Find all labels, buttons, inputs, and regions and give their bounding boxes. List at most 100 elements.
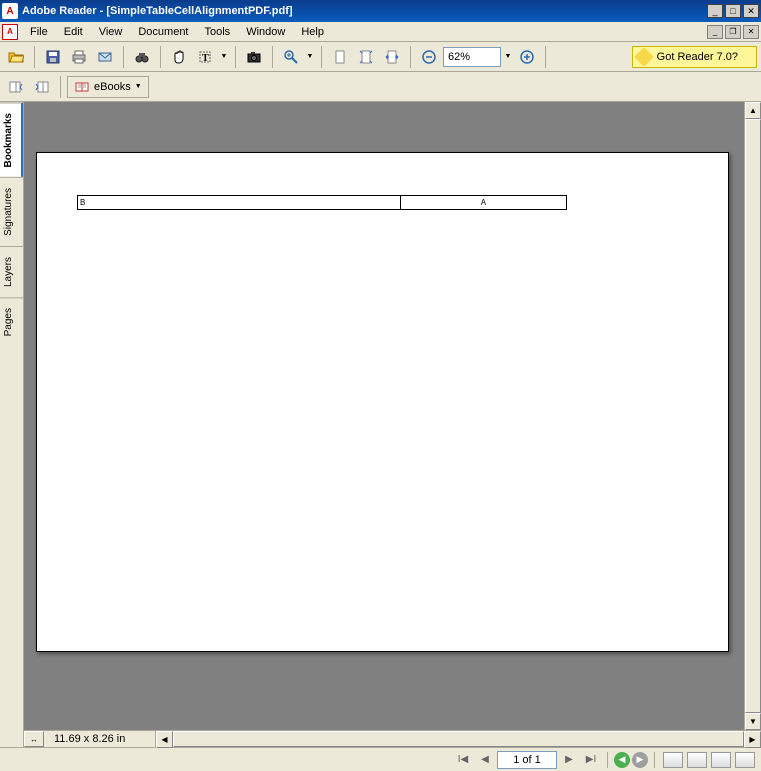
main-area: Bookmarks Signatures Layers Pages ▶ B A … — [0, 102, 761, 747]
document-area: ▶ B A ▲ ▼ ↔ 11.69 x 8.26 in ◀ — [24, 102, 761, 747]
menu-help[interactable]: Help — [293, 24, 332, 40]
first-page-button[interactable]: I◀ — [453, 751, 473, 769]
app-icon: A — [2, 3, 18, 19]
email-button[interactable] — [93, 45, 117, 69]
menu-edit[interactable]: Edit — [56, 24, 91, 40]
menu-window[interactable]: Window — [238, 24, 293, 40]
ebooks-button[interactable]: eBooks ▼ — [67, 76, 149, 98]
menu-document[interactable]: Document — [130, 24, 196, 40]
next-page-button[interactable]: ▶ — [559, 751, 579, 769]
zoom-input[interactable] — [443, 47, 501, 67]
scroll-down-button[interactable]: ▼ — [745, 713, 761, 730]
minimize-button[interactable]: _ — [707, 4, 723, 18]
last-page-button[interactable]: ▶I — [581, 751, 601, 769]
tab-signatures[interactable]: Signatures — [0, 177, 23, 246]
separator — [272, 46, 273, 68]
hscroll-thumb[interactable] — [173, 731, 744, 747]
ebooks-icon — [74, 79, 90, 95]
separator — [321, 46, 322, 68]
ebook-next-button[interactable] — [30, 75, 54, 99]
ebook-prev-button[interactable] — [4, 75, 28, 99]
select-dropdown[interactable]: ▼ — [219, 45, 229, 69]
maximize-button[interactable]: □ — [725, 4, 741, 18]
fit-page-icon — [358, 49, 374, 65]
tab-bookmarks[interactable]: Bookmarks — [0, 102, 23, 177]
separator — [34, 46, 35, 68]
fit-width-icon — [384, 49, 400, 65]
separator — [545, 46, 546, 68]
select-text-button[interactable]: T — [193, 45, 217, 69]
book-right-icon — [34, 79, 50, 95]
prev-page-button[interactable]: ◀ — [475, 751, 495, 769]
promo-banner[interactable]: Got Reader 7.0? — [632, 46, 757, 68]
horizontal-scrollbar[interactable]: ◀ ▶ — [156, 731, 761, 747]
chevron-down-icon: ▼ — [135, 83, 142, 90]
doc-restore-button[interactable]: ❐ — [725, 25, 741, 39]
dimensions-toggle[interactable]: ↔ — [24, 731, 44, 747]
vertical-scrollbar[interactable]: ▲ ▼ — [744, 102, 761, 730]
fit-page-button[interactable] — [354, 45, 378, 69]
page-actual-icon — [332, 49, 348, 65]
binoculars-icon — [134, 49, 150, 65]
document-table: B A — [77, 195, 567, 210]
menu-tools[interactable]: Tools — [197, 24, 239, 40]
statusbar: I◀ ◀ ▶ ▶I ◀ ▶ — [0, 747, 761, 771]
svg-text:T: T — [202, 53, 209, 64]
page-number-input[interactable] — [497, 751, 557, 769]
separator — [123, 46, 124, 68]
separator — [60, 76, 61, 98]
printer-icon — [71, 49, 87, 65]
folder-open-icon — [8, 49, 24, 65]
cell-a: A — [400, 196, 566, 210]
table-row: B A — [78, 196, 567, 210]
camera-icon — [246, 49, 262, 65]
secondary-toolbar: eBooks ▼ — [0, 72, 761, 102]
zoom-out-button[interactable] — [417, 45, 441, 69]
print-button[interactable] — [67, 45, 91, 69]
pdf-page: B A — [36, 152, 729, 652]
menu-file[interactable]: File — [22, 24, 56, 40]
book-left-icon — [8, 79, 24, 95]
fit-width-button[interactable] — [380, 45, 404, 69]
main-toolbar: T ▼ ▼ ▼ Got Reader 7.0? — [0, 42, 761, 72]
open-button[interactable] — [4, 45, 28, 69]
scroll-left-button[interactable]: ◀ — [156, 731, 173, 748]
doc-close-button[interactable]: ✕ — [743, 25, 759, 39]
separator — [160, 46, 161, 68]
floppy-icon — [45, 49, 61, 65]
document-viewport[interactable]: ▶ B A ▲ ▼ — [24, 102, 761, 730]
menu-view[interactable]: View — [91, 24, 131, 40]
snapshot-button[interactable] — [242, 45, 266, 69]
zoom-dropdown[interactable]: ▼ — [503, 45, 513, 69]
hand-tool-button[interactable] — [167, 45, 191, 69]
page-dimensions: 11.69 x 8.26 in — [44, 731, 156, 747]
promo-label: Got Reader 7.0? — [657, 51, 738, 63]
search-button[interactable] — [130, 45, 154, 69]
scroll-thumb[interactable] — [745, 119, 761, 713]
plus-circle-icon — [519, 49, 535, 65]
window-title: Adobe Reader - [SimpleTableCellAlignment… — [22, 5, 707, 17]
ebooks-label: eBooks — [94, 81, 131, 93]
separator — [235, 46, 236, 68]
zoom-in-button[interactable] — [279, 45, 303, 69]
scroll-up-button[interactable]: ▲ — [745, 102, 761, 119]
hand-icon — [171, 49, 187, 65]
cell-b: B — [78, 196, 401, 210]
minus-circle-icon — [421, 49, 437, 65]
separator — [410, 46, 411, 68]
titlebar: A Adobe Reader - [SimpleTableCellAlignme… — [0, 0, 761, 22]
tab-layers[interactable]: Layers — [0, 246, 23, 297]
doc-minimize-button[interactable]: _ — [707, 25, 723, 39]
save-button[interactable] — [41, 45, 65, 69]
scroll-right-button[interactable]: ▶ — [744, 731, 761, 748]
tab-pages[interactable]: Pages — [0, 297, 23, 346]
zoom-tool-dropdown[interactable]: ▼ — [305, 45, 315, 69]
document-icon: A — [2, 24, 18, 40]
text-select-icon: T — [197, 49, 213, 65]
actual-size-button[interactable] — [328, 45, 352, 69]
close-button[interactable]: ✕ — [743, 4, 759, 18]
zoom-in-icon — [283, 49, 299, 65]
zoom-in-button-2[interactable] — [515, 45, 539, 69]
menubar: A File Edit View Document Tools Window H… — [0, 22, 761, 42]
bottom-bar: ↔ 11.69 x 8.26 in ◀ ▶ — [24, 730, 761, 747]
